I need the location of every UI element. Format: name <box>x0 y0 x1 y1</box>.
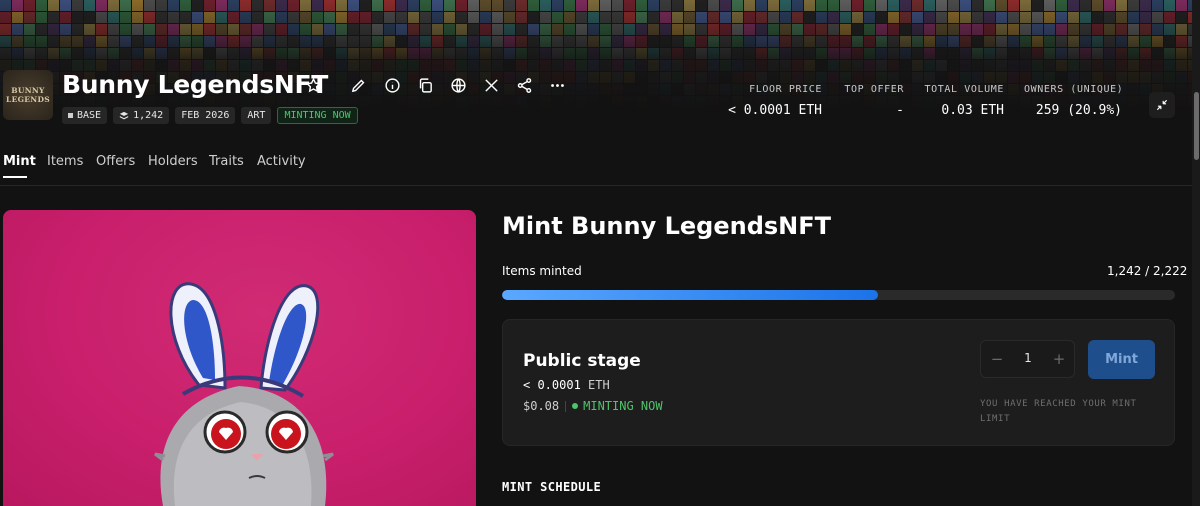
globe-icon <box>450 77 466 93</box>
stage-usd-row: $0.08 MINTING NOW <box>523 399 663 413</box>
info-icon <box>384 77 400 93</box>
mint-limit-message: YOU HAVE REACHED YOUR MINT LIMIT <box>980 399 1137 424</box>
increment-button[interactable]: + <box>1049 350 1069 368</box>
mint-progress-fill <box>502 290 879 300</box>
info-button[interactable] <box>381 74 403 96</box>
stage-status-label: MINTING NOW <box>583 399 663 413</box>
floor-price-stat: FLOOR PRICE < 0.0001 ETH <box>720 84 822 118</box>
bunny-ears <box>169 282 320 398</box>
chain-badge[interactable]: BASE <box>62 107 108 124</box>
items-count: 1,242 <box>133 110 164 121</box>
collection-logo: BUNNY LEGENDS <box>3 70 53 120</box>
floor-price-value: < 0.0001 ETH <box>728 103 822 118</box>
share-button[interactable] <box>513 74 535 96</box>
stage-price: < 0.0001 ETH <box>523 378 610 392</box>
chain-square-icon <box>68 113 73 118</box>
tab-offers[interactable]: Offers <box>96 154 135 169</box>
owners-stat: OWNERS (UNIQUE) 259 (20.9%) <box>1024 84 1124 118</box>
x-icon <box>484 78 498 92</box>
tab-holders[interactable]: Holders <box>148 154 198 169</box>
tab-mint[interactable]: Mint <box>3 154 36 169</box>
top-offer-stat: TOP OFFER - <box>840 84 904 118</box>
mint-schedule-heading: MINT SCHEDULE <box>502 480 602 494</box>
website-button[interactable] <box>447 74 469 96</box>
nft-artwork <box>3 210 476 506</box>
x-social-button[interactable] <box>480 74 502 96</box>
share-icon <box>517 77 531 93</box>
stage-usd-price: $0.08 <box>523 399 560 413</box>
bunny-illustration <box>154 282 334 506</box>
decrement-button[interactable]: − <box>987 350 1007 368</box>
owners-label: OWNERS (UNIQUE) <box>1024 84 1124 95</box>
copy-icon <box>419 77 432 93</box>
star-icon <box>305 76 321 92</box>
chain-label: BASE <box>77 110 102 121</box>
total-volume-value: 0.03 ETH <box>941 103 1004 118</box>
divider <box>565 400 567 412</box>
favorite-button[interactable] <box>302 74 324 96</box>
more-button[interactable] <box>546 74 568 96</box>
tab-traits[interactable]: Traits <box>209 154 244 169</box>
live-dot-icon <box>572 403 579 409</box>
layers-icon <box>119 111 129 119</box>
top-offer-value: - <box>896 103 904 118</box>
date-badge: FEB 2026 <box>175 107 236 124</box>
collection-tabs: Mint Items Offers Holders Traits Activit… <box>0 142 1200 186</box>
stage-title: Public stage <box>523 351 641 371</box>
collection-title: Bunny LegendsNFT <box>62 70 329 99</box>
items-minted-label: Items minted <box>502 264 582 278</box>
mint-button[interactable]: Mint <box>1088 340 1155 379</box>
page-scrollbar-thumb[interactable] <box>1194 92 1199 160</box>
more-icon <box>550 83 564 87</box>
collection-badges: BASE 1,242 FEB 2026 ART MINTING NOW <box>62 107 358 124</box>
collapse-header-button[interactable] <box>1149 92 1175 118</box>
active-tab-indicator <box>3 176 27 178</box>
bunny-head <box>154 386 334 506</box>
items-badge: 1,242 <box>113 107 170 124</box>
logo-text-line2: LEGENDS <box>6 95 50 104</box>
quantity-stepper[interactable]: − 1 + <box>980 340 1075 378</box>
quantity-value[interactable]: 1 <box>1019 351 1037 365</box>
items-minted-count: 1,242 / 2,222 <box>1107 264 1188 278</box>
top-offer-label: TOP OFFER <box>844 84 904 95</box>
collapse-icon <box>1156 99 1168 111</box>
total-volume-stat: TOTAL VOLUME 0.03 ETH <box>920 84 1004 118</box>
owners-value: 259 (20.9%) <box>1035 103 1122 118</box>
floor-price-label: FLOOR PRICE <box>749 84 822 95</box>
tab-items[interactable]: Items <box>47 154 83 169</box>
mint-progress-bar <box>502 290 1175 300</box>
stage-price-value: < 0.0001 <box>523 378 581 392</box>
category-badge[interactable]: ART <box>241 107 272 124</box>
minting-status-badge: MINTING NOW <box>277 107 358 124</box>
copy-button[interactable] <box>414 74 436 96</box>
mint-title: Mint Bunny LegendsNFT <box>502 212 832 240</box>
edit-button[interactable] <box>347 74 369 96</box>
stage-status: MINTING NOW <box>572 399 663 413</box>
page-scrollbar[interactable] <box>1192 0 1200 506</box>
logo-text-line1: BUNNY <box>11 86 45 95</box>
edit-icon <box>351 79 364 92</box>
total-volume-label: TOTAL VOLUME <box>924 84 1004 95</box>
public-stage-card: Public stage < 0.0001 ETH $0.08 MINTING … <box>502 319 1175 446</box>
tab-activity[interactable]: Activity <box>257 154 306 169</box>
stage-price-unit: ETH <box>588 378 610 392</box>
